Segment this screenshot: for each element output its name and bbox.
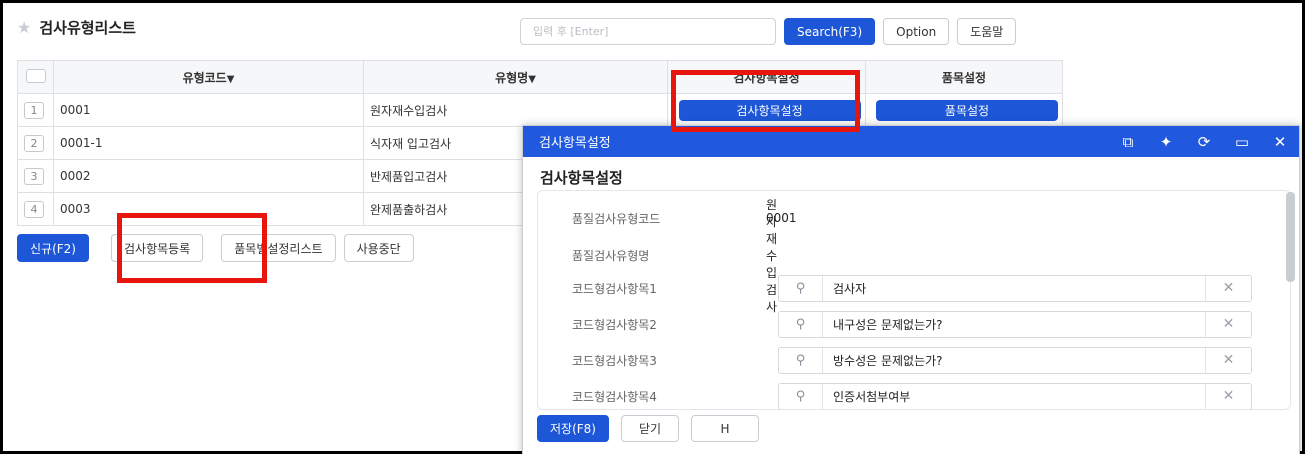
field-label: 코드형검사항목3 <box>572 353 657 368</box>
register-inspection-items-button[interactable]: 검사항목등록 <box>110 234 204 262</box>
search-bar: Search(F3) Option 도움말 <box>520 18 1017 45</box>
item-setting-list-button[interactable]: 품목별설정리스트 <box>221 234 336 262</box>
field-label: 코드형검사항목1 <box>572 281 657 296</box>
search-input[interactable] <box>520 18 776 45</box>
code-cell[interactable]: 0003 <box>53 192 364 226</box>
help-button[interactable]: 도움말 <box>957 18 1017 45</box>
lookup-field[interactable]: ⚲ 내구성은 문제없는가? ✕ <box>778 310 1252 338</box>
lookup-field[interactable]: ⚲ 인증서첨부여부 ✕ <box>778 382 1252 409</box>
header-name[interactable]: 유형명▼ <box>363 60 668 94</box>
field-label: 코드형검사항목2 <box>572 317 657 332</box>
app-frame: ★ 검사유형리스트 Search(F3) Option 도움말 유형코드▼ 유형… <box>0 0 1305 454</box>
clear-icon[interactable]: ✕ <box>1205 275 1251 301</box>
maximize-icon[interactable]: ▭ <box>1223 133 1261 151</box>
sort-down-icon: ▼ <box>226 73 235 85</box>
field-label: 품질검사유형명 <box>572 248 650 263</box>
dialog-form: 품질검사유형코드 0001 품질검사유형명 원자재수입검사 코드형검사항목1 ⚲… <box>537 190 1291 410</box>
search-icon[interactable]: ⚲ <box>779 383 823 409</box>
sort-down-icon: ▼ <box>528 73 536 85</box>
page-title: 검사유형리스트 <box>39 19 136 37</box>
option-button[interactable]: Option <box>883 18 950 45</box>
action-bar: 신규(F2) 검사항목등록 품목별설정리스트 사용중단 <box>17 234 414 262</box>
refresh-icon[interactable]: ⟳ <box>1185 133 1223 151</box>
star-icon[interactable]: ★ <box>17 18 31 37</box>
disable-button[interactable]: 사용중단 <box>343 234 414 262</box>
close-icon[interactable]: ✕ <box>1261 133 1299 151</box>
item-setting-button[interactable]: 품목설정 <box>876 99 1058 121</box>
code-cell[interactable]: 0001 <box>53 93 364 127</box>
select-all-cell <box>17 60 54 94</box>
field-label: 코드형검사항목4 <box>572 389 657 404</box>
clear-icon[interactable]: ✕ <box>1205 347 1251 373</box>
header-item-setting: 품목설정 <box>865 60 1063 94</box>
row-number-cell: 4 <box>17 192 54 226</box>
header-code[interactable]: 유형코드▼ <box>53 60 364 94</box>
row-number-cell: 3 <box>17 159 54 193</box>
lookup-value: 인증서첨부여부 <box>833 389 911 404</box>
field-value: 원자재수입검사 <box>766 197 778 314</box>
search-icon[interactable]: ⚲ <box>779 347 823 373</box>
search-button[interactable]: Search(F3) <box>784 18 876 45</box>
search-icon[interactable]: ⚲ <box>779 275 823 301</box>
inspect-setting-button[interactable]: 검사항목설정 <box>678 99 861 121</box>
code-cell[interactable]: 0001-1 <box>53 126 364 160</box>
clear-icon[interactable]: ✕ <box>1205 311 1251 337</box>
dialog-tools: ⧉ ✦ ⟳ ▭ ✕ <box>1109 133 1299 151</box>
lookup-field[interactable]: ⚲ 검사자 ✕ <box>778 274 1252 302</box>
inspection-item-setting-dialog: 검사항목설정 ⧉ ✦ ⟳ ▭ ✕ 검사항목설정 품질검사유형코드 0001 품질… <box>522 125 1300 454</box>
new-button[interactable]: 신규(F2) <box>17 234 89 262</box>
dialog-scrollbar[interactable] <box>1286 192 1295 282</box>
h-button[interactable]: H <box>690 415 759 442</box>
pin-icon[interactable]: ✦ <box>1147 133 1185 151</box>
table-row[interactable]: 1 0001 원자재수입검사 검사항목설정 품목설정 <box>17 93 1063 127</box>
dialog-title-bar[interactable]: 검사항목설정 ⧉ ✦ ⟳ ▭ ✕ <box>523 126 1299 157</box>
lookup-value: 검사자 <box>833 281 867 296</box>
code-cell[interactable]: 0002 <box>53 159 364 193</box>
dialog-bar-title: 검사항목설정 <box>539 136 611 151</box>
inspect-setting-cell: 검사항목설정 <box>667 93 866 127</box>
header-inspect-setting: 검사항목설정 <box>667 60 866 94</box>
search-icon[interactable]: ⚲ <box>779 311 823 337</box>
field-label: 품질검사유형코드 <box>572 211 661 226</box>
name-cell[interactable]: 원자재수입검사 <box>363 93 668 127</box>
lookup-value: 방수성은 문제없는가? <box>833 353 943 368</box>
clear-icon[interactable]: ✕ <box>1205 383 1251 409</box>
item-setting-cell: 품목설정 <box>865 93 1063 127</box>
save-button[interactable]: 저장(F8) <box>537 415 609 442</box>
open-external-icon[interactable]: ⧉ <box>1109 133 1147 151</box>
dialog-footer: 저장(F8) 닫기 H <box>537 415 759 442</box>
row-number-cell: 2 <box>17 126 54 160</box>
select-all-checkbox[interactable] <box>25 68 46 83</box>
page-header: ★ 검사유형리스트 <box>17 17 136 38</box>
lookup-value: 내구성은 문제없는가? <box>833 317 943 332</box>
grid-header-row: 유형코드▼ 유형명▼ 검사항목설정 품목설정 <box>17 60 1063 94</box>
dialog-title: 검사항목설정 <box>540 169 623 187</box>
lookup-field[interactable]: ⚲ 방수성은 문제없는가? ✕ <box>778 346 1252 374</box>
row-number-cell: 1 <box>17 93 54 127</box>
close-button[interactable]: 닫기 <box>620 415 679 442</box>
